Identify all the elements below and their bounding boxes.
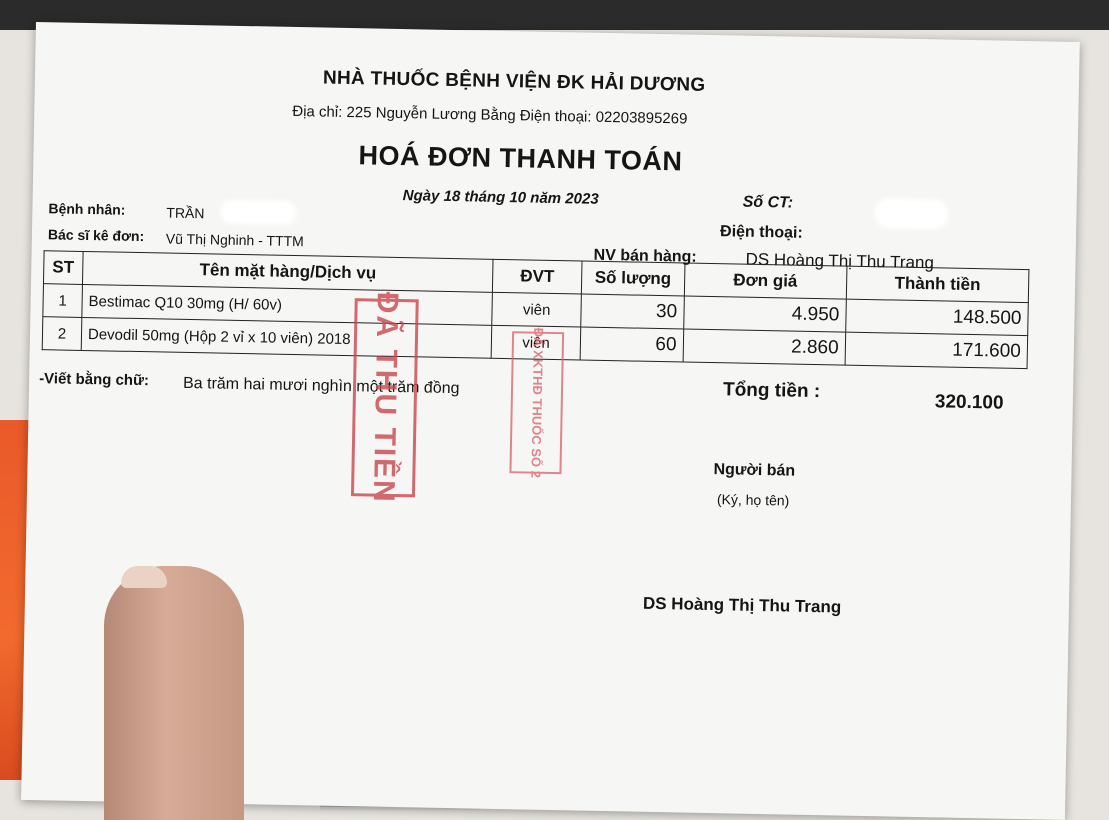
item-name: Devodil 50mg (Hộp 2 vỉ x 10 viên) 2018 bbox=[81, 317, 493, 359]
pharmacy-stamp: ĐÃ XKTHĐ THUỐC SỐ 2 bbox=[509, 327, 565, 478]
total-label: Tổng tiền : bbox=[722, 379, 821, 403]
paid-stamp-text: ĐÃ THU TIỀN bbox=[366, 291, 404, 505]
row-number: 1 bbox=[42, 283, 83, 318]
pharmacy-name: NHÀ THUỐC BỆNH VIỆN ĐK HẢI DƯƠNG bbox=[322, 67, 706, 96]
doctor-name: Vũ Thị Nghinh - TTTM bbox=[165, 230, 304, 250]
pharmacy-stamp-text: ĐÃ XKTHĐ THUỐC SỐ 2 bbox=[528, 327, 547, 478]
item-amount: 148.500 bbox=[845, 299, 1029, 336]
item-quantity: 30 bbox=[580, 294, 684, 329]
thumb-holding-paper bbox=[104, 566, 244, 820]
total-amount: 320.100 bbox=[934, 391, 1004, 414]
signature-name: DS Hoàng Thị Thu Trang bbox=[642, 593, 842, 617]
redacted-document-number bbox=[874, 198, 949, 230]
row-number: 2 bbox=[42, 316, 82, 351]
patient-label: Bệnh nhân: bbox=[48, 200, 126, 218]
amount-in-words: Ba trăm hai mươi nghìn một trăm đồng bbox=[182, 374, 460, 398]
paid-stamp: ĐÃ THU TIỀN bbox=[350, 291, 419, 504]
amount-in-words-label: -Viết bằng chữ: bbox=[38, 370, 150, 390]
col-header-st: ST bbox=[43, 250, 84, 285]
item-amount: 171.600 bbox=[844, 332, 1028, 369]
document-number-label: Số CT: bbox=[742, 193, 794, 212]
item-unit-price: 2.860 bbox=[682, 328, 846, 366]
pharmacy-address: Địa chỉ: 225 Nguyễn Lương Bằng Điện thoạ… bbox=[292, 102, 688, 128]
phone-label: Điện thoại: bbox=[719, 223, 803, 242]
item-unit: viên bbox=[492, 292, 582, 328]
signature-note: (Ký, họ tên) bbox=[716, 491, 790, 509]
col-header-quantity: Số lượng bbox=[581, 261, 685, 296]
signature-role: Người bán bbox=[713, 461, 796, 480]
redacted-patient-name bbox=[220, 199, 297, 226]
item-quantity: 60 bbox=[580, 327, 684, 362]
col-header-unit: ĐVT bbox=[492, 259, 582, 295]
invoice-title: HOÁ ĐƠN THANH TOÁN bbox=[358, 140, 683, 177]
thumbnail bbox=[121, 566, 167, 588]
col-header-amount: Thành tiền bbox=[846, 266, 1029, 303]
patient-name: TRẦN bbox=[166, 204, 205, 222]
invoice-date: Ngày 18 tháng 10 năm 2023 bbox=[402, 187, 599, 208]
doctor-label: Bác sĩ kê đơn: bbox=[47, 226, 145, 245]
item-unit-price: 4.950 bbox=[683, 295, 847, 333]
col-header-unit-price: Đơn giá bbox=[683, 262, 847, 300]
